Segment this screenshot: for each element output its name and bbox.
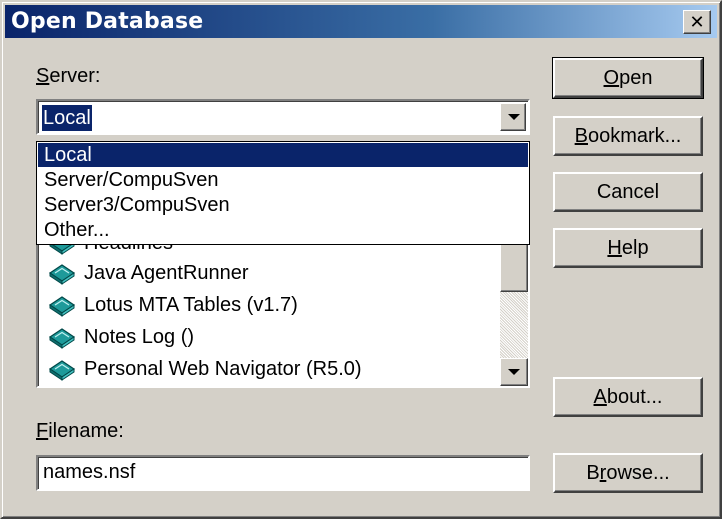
dialog-title: Open Database	[11, 9, 204, 34]
database-list-item[interactable]: Notes Log ()	[48, 322, 194, 352]
database-icon	[48, 357, 84, 381]
database-list-item[interactable]: Lotus MTA Tables (v1.7)	[48, 290, 298, 320]
vertical-scrollbar[interactable]	[500, 234, 528, 386]
database-list-item-label: Java AgentRunner	[84, 261, 249, 284]
server-combobox[interactable]: Local	[36, 99, 530, 135]
chevron-down-icon	[508, 114, 520, 120]
server-dropdown-button[interactable]	[500, 103, 526, 131]
dropdown-option-local[interactable]: Local	[38, 143, 528, 167]
database-list-item-label: Notes Log ()	[84, 325, 195, 348]
database-icon	[48, 261, 84, 285]
open-button[interactable]: Open	[552, 57, 704, 99]
chevron-down-icon	[508, 369, 520, 375]
database-icon	[48, 293, 84, 317]
close-button[interactable]: ✕	[683, 10, 711, 34]
server-value: Local	[42, 105, 92, 131]
database-list-item[interactable]: Java AgentRunner	[48, 258, 249, 288]
database-list-item-label: Personal Web Navigator (R5.0)	[84, 357, 362, 380]
title-bar[interactable]: Open Database ✕	[5, 5, 717, 38]
server-label: Server:	[36, 65, 101, 87]
database-list-item-label: Lotus MTA Tables (v1.7)	[84, 293, 298, 316]
browse-button[interactable]: Br owse...	[553, 453, 703, 493]
server-dropdown-list: Local Server/CompuSven Server3/CompuSven…	[36, 141, 530, 245]
database-list-item[interactable]: Personal Web Navigator (R5.0)	[48, 354, 362, 384]
help-button[interactable]: Help	[553, 228, 703, 268]
database-icon	[48, 325, 84, 349]
database-listbox[interactable]: HeadlinesJava AgentRunnerLotus MTA Table…	[36, 232, 530, 388]
cancel-button[interactable]: Cancel	[553, 172, 703, 212]
bookmark-button[interactable]: Bookmark...	[553, 116, 703, 156]
about-button[interactable]: About...	[553, 377, 703, 417]
dropdown-option-server3-compusven[interactable]: Server3/CompuSven	[38, 193, 528, 217]
scroll-down-button[interactable]	[500, 358, 528, 386]
dropdown-option-server-compusven[interactable]: Server/CompuSven	[38, 168, 528, 192]
dropdown-option-other[interactable]: Other...	[38, 218, 528, 242]
close-icon: ✕	[689, 12, 705, 32]
open-database-dialog: Open Database ✕ Server: Local HeadlinesJ…	[0, 0, 722, 519]
filename-input[interactable]: names.nsf	[36, 455, 530, 491]
filename-label: Filename:	[36, 420, 124, 442]
